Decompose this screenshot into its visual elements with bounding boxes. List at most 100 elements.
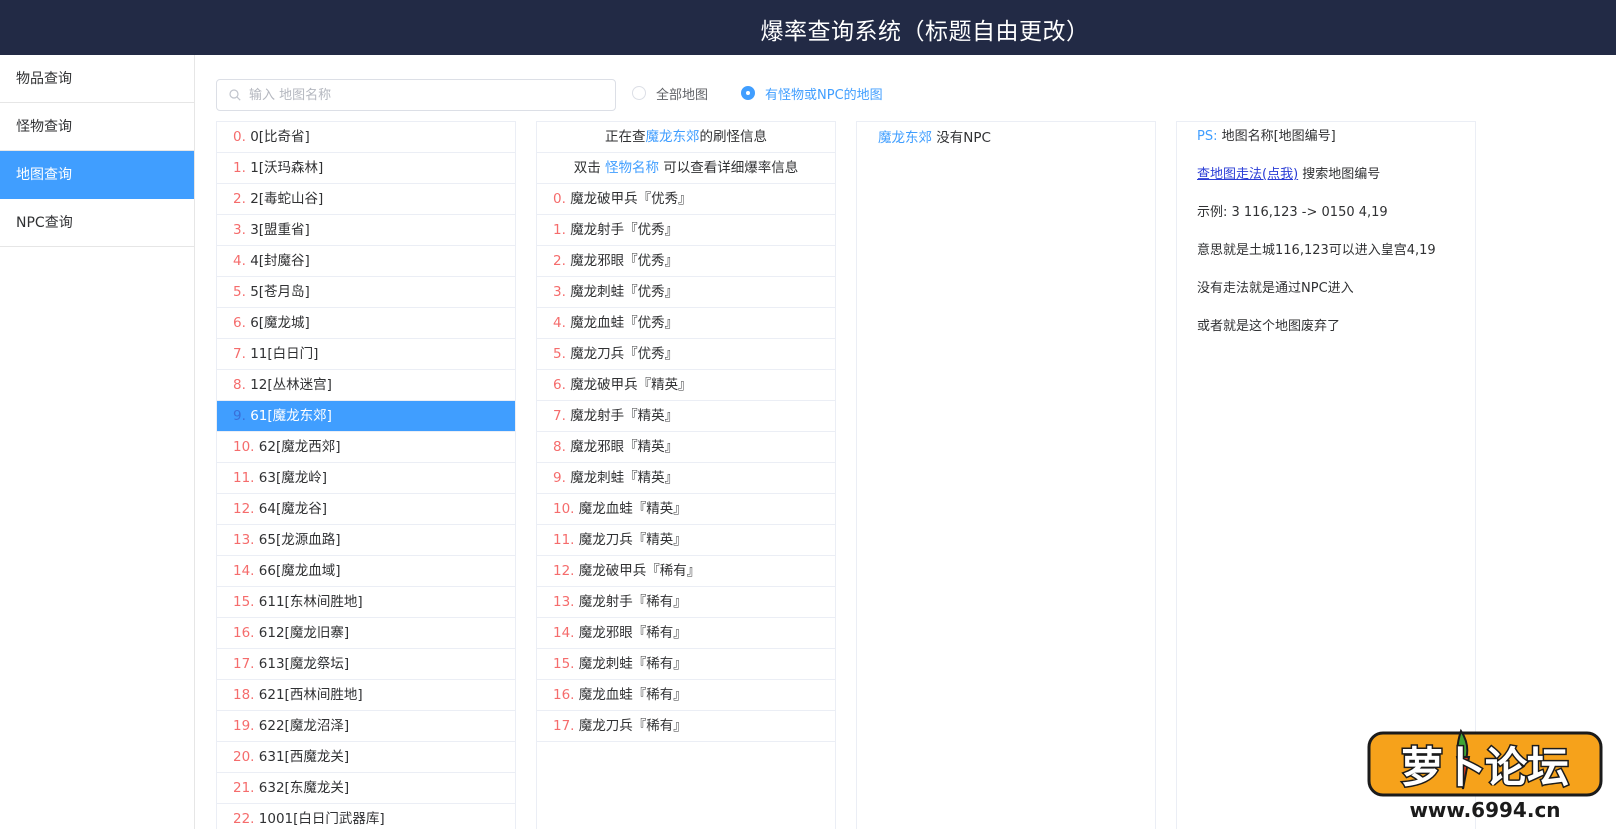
row-text: 魔龙刺蛙『精英』 bbox=[570, 470, 679, 486]
monster-list-item[interactable]: 0. 魔龙破甲兵『优秀』 bbox=[537, 184, 835, 215]
row-index: 19. bbox=[233, 718, 255, 734]
row-index: 6. bbox=[553, 377, 566, 393]
row-index: 6. bbox=[233, 315, 246, 331]
monster-list-item[interactable]: 11. 魔龙刀兵『精英』 bbox=[537, 525, 835, 556]
sidebar-item-item-query[interactable]: 物品查询 bbox=[0, 55, 194, 103]
row-index: 8. bbox=[553, 439, 566, 455]
row-index: 12. bbox=[553, 563, 575, 579]
app-header: 爆率查询系统（标题自由更改） bbox=[0, 0, 1616, 55]
row-text: 魔龙邪眼『稀有』 bbox=[578, 625, 687, 641]
map-search-input[interactable] bbox=[249, 80, 609, 110]
row-index: 17. bbox=[553, 718, 575, 734]
row-text: 魔龙血蛙『优秀』 bbox=[570, 315, 679, 331]
row-index: 18. bbox=[233, 687, 255, 703]
row-text: 魔龙破甲兵『稀有』 bbox=[578, 563, 701, 579]
info-ps-text: 地图名称[地图编号] bbox=[1221, 129, 1336, 144]
row-text: 64[魔龙谷] bbox=[258, 501, 327, 517]
row-index: 10. bbox=[553, 501, 575, 517]
monster-list-item[interactable]: 13. 魔龙射手『稀有』 bbox=[537, 587, 835, 618]
map-list-item[interactable]: 6. 6[魔龙城] bbox=[217, 308, 515, 339]
watermark-url: www.6994.cn bbox=[1409, 798, 1560, 822]
row-text: 魔龙邪眼『精英』 bbox=[570, 439, 679, 455]
row-index: 15. bbox=[553, 656, 575, 672]
row-index: 16. bbox=[233, 625, 255, 641]
row-text: 621[西林间胜地] bbox=[258, 687, 363, 703]
monster-list-item[interactable]: 2. 魔龙邪眼『优秀』 bbox=[537, 246, 835, 277]
monster-hint-suffix: 可以查看详细爆率信息 bbox=[659, 160, 799, 176]
monster-list-item[interactable]: 12. 魔龙破甲兵『稀有』 bbox=[537, 556, 835, 587]
filter-with-monsters-label: 有怪物或NPC的地图 bbox=[765, 87, 883, 103]
monster-list-item[interactable]: 15. 魔龙刺蛙『稀有』 bbox=[537, 649, 835, 680]
map-route-link[interactable]: 查地图走法(点我) bbox=[1197, 167, 1298, 182]
map-list-item[interactable]: 16. 612[魔龙旧寨] bbox=[217, 618, 515, 649]
monster-list-item[interactable]: 10. 魔龙血蛙『精英』 bbox=[537, 494, 835, 525]
monster-header-suffix: 的刷怪信息 bbox=[699, 129, 768, 145]
map-list: 0. 0[比奇省] 1. 1[沃玛森林] 2. 2[毒蛇山谷] 3. 3[盟重省] 4.… bbox=[217, 122, 515, 829]
row-index: 13. bbox=[553, 594, 575, 610]
filter-all-maps-radio[interactable]: 全部地图 bbox=[632, 84, 708, 103]
map-list-item[interactable]: 10. 62[魔龙西郊] bbox=[217, 432, 515, 463]
map-list-item[interactable]: 3. 3[盟重省] bbox=[217, 215, 515, 246]
sidebar-item-map-query[interactable]: 地图查询 bbox=[0, 151, 194, 199]
row-text: 魔龙邪眼『优秀』 bbox=[570, 253, 679, 269]
row-index: 9. bbox=[233, 408, 246, 424]
map-list-item[interactable]: 8. 12[丛林迷宫] bbox=[217, 370, 515, 401]
monster-list-item[interactable]: 7. 魔龙射手『精英』 bbox=[537, 401, 835, 432]
map-list-item[interactable]: 2. 2[毒蛇山谷] bbox=[217, 184, 515, 215]
map-list-item[interactable]: 20. 631[西魔龙关] bbox=[217, 742, 515, 773]
map-list-item[interactable]: 11. 63[魔龙岭] bbox=[217, 463, 515, 494]
map-list-item[interactable]: 7. 11[白日门] bbox=[217, 339, 515, 370]
filter-with-monsters-radio[interactable]: 有怪物或NPC的地图 bbox=[741, 84, 883, 103]
monster-list-item[interactable]: 5. 魔龙刀兵『优秀』 bbox=[537, 339, 835, 370]
map-list-item[interactable]: 4. 4[封魔谷] bbox=[217, 246, 515, 277]
row-text: 61[魔龙东郊] bbox=[250, 408, 332, 424]
row-text: 622[魔龙沼泽] bbox=[258, 718, 350, 734]
row-index: 0. bbox=[553, 191, 566, 207]
info-no-path: 没有走法就是通过NPC进入 bbox=[1197, 281, 1354, 296]
row-index: 11. bbox=[233, 470, 255, 486]
monster-list-item[interactable]: 4. 魔龙血蛙『优秀』 bbox=[537, 308, 835, 339]
map-list-item[interactable]: 5. 5[苍月岛] bbox=[217, 277, 515, 308]
watermark-logo: 萝卜论坛 www.6994.cn bbox=[1367, 728, 1603, 822]
map-list-item[interactable]: 15. 611[东林间胜地] bbox=[217, 587, 515, 618]
row-text: 魔龙刀兵『稀有』 bbox=[578, 718, 687, 734]
monster-hint-prefix: 双击 bbox=[573, 160, 605, 176]
sidebar-item-npc-query[interactable]: NPC查询 bbox=[0, 199, 194, 247]
sidebar-item-monster-query[interactable]: 怪物查询 bbox=[0, 103, 194, 151]
monster-list-item[interactable]: 9. 魔龙刺蛙『精英』 bbox=[537, 463, 835, 494]
map-list-item[interactable]: 17. 613[魔龙祭坛] bbox=[217, 649, 515, 680]
map-list-item[interactable]: 13. 65[龙源血路] bbox=[217, 525, 515, 556]
row-text: 613[魔龙祭坛] bbox=[258, 656, 350, 672]
row-index: 17. bbox=[233, 656, 255, 672]
map-list-item[interactable]: 21. 632[东魔龙关] bbox=[217, 773, 515, 804]
info-link-line: 查地图走法(点我) 搜索地图编号 bbox=[1197, 166, 1475, 204]
row-index: 16. bbox=[553, 687, 575, 703]
map-list-item[interactable]: 1. 1[沃玛森林] bbox=[217, 153, 515, 184]
map-list-item[interactable]: 12. 64[魔龙谷] bbox=[217, 494, 515, 525]
monster-list-item[interactable]: 8. 魔龙邪眼『精英』 bbox=[537, 432, 835, 463]
map-list-item[interactable]: 19. 622[魔龙沼泽] bbox=[217, 711, 515, 742]
monster-list-item[interactable]: 17. 魔龙刀兵『稀有』 bbox=[537, 711, 835, 742]
row-text: 魔龙破甲兵『精英』 bbox=[570, 377, 692, 393]
row-text: 632[东魔龙关] bbox=[258, 780, 350, 796]
row-text: 2[毒蛇山谷] bbox=[250, 191, 324, 207]
map-list-item[interactable]: 14. 66[魔龙血域] bbox=[217, 556, 515, 587]
monster-header-prefix: 正在查 bbox=[605, 129, 646, 145]
row-index: 4. bbox=[553, 315, 566, 331]
monster-list-item[interactable]: 14. 魔龙邪眼『稀有』 bbox=[537, 618, 835, 649]
monster-list-item[interactable]: 1. 魔龙射手『优秀』 bbox=[537, 215, 835, 246]
row-text: 4[封魔谷] bbox=[250, 253, 310, 269]
monster-list-item[interactable]: 6. 魔龙破甲兵『精英』 bbox=[537, 370, 835, 401]
monster-list-item[interactable]: 3. 魔龙刺蛙『优秀』 bbox=[537, 277, 835, 308]
radio-circle-icon bbox=[632, 86, 646, 100]
map-list-item[interactable]: 22. 1001[白日门武器库] bbox=[217, 804, 515, 829]
row-text: 1001[白日门武器库] bbox=[258, 811, 385, 827]
row-index: 1. bbox=[553, 222, 566, 238]
monster-header-map: 魔龙东郊 bbox=[645, 129, 700, 145]
map-list-item[interactable]: 0. 0[比奇省] bbox=[217, 122, 515, 153]
map-list-item[interactable]: 18. 621[西林间胜地] bbox=[217, 680, 515, 711]
monster-list-item[interactable]: 16. 魔龙血蛙『稀有』 bbox=[537, 680, 835, 711]
row-text: 3[盟重省] bbox=[250, 222, 310, 238]
row-text: 5[苍月岛] bbox=[250, 284, 310, 300]
map-list-item[interactable]: 9. 61[魔龙东郊] bbox=[217, 401, 515, 432]
